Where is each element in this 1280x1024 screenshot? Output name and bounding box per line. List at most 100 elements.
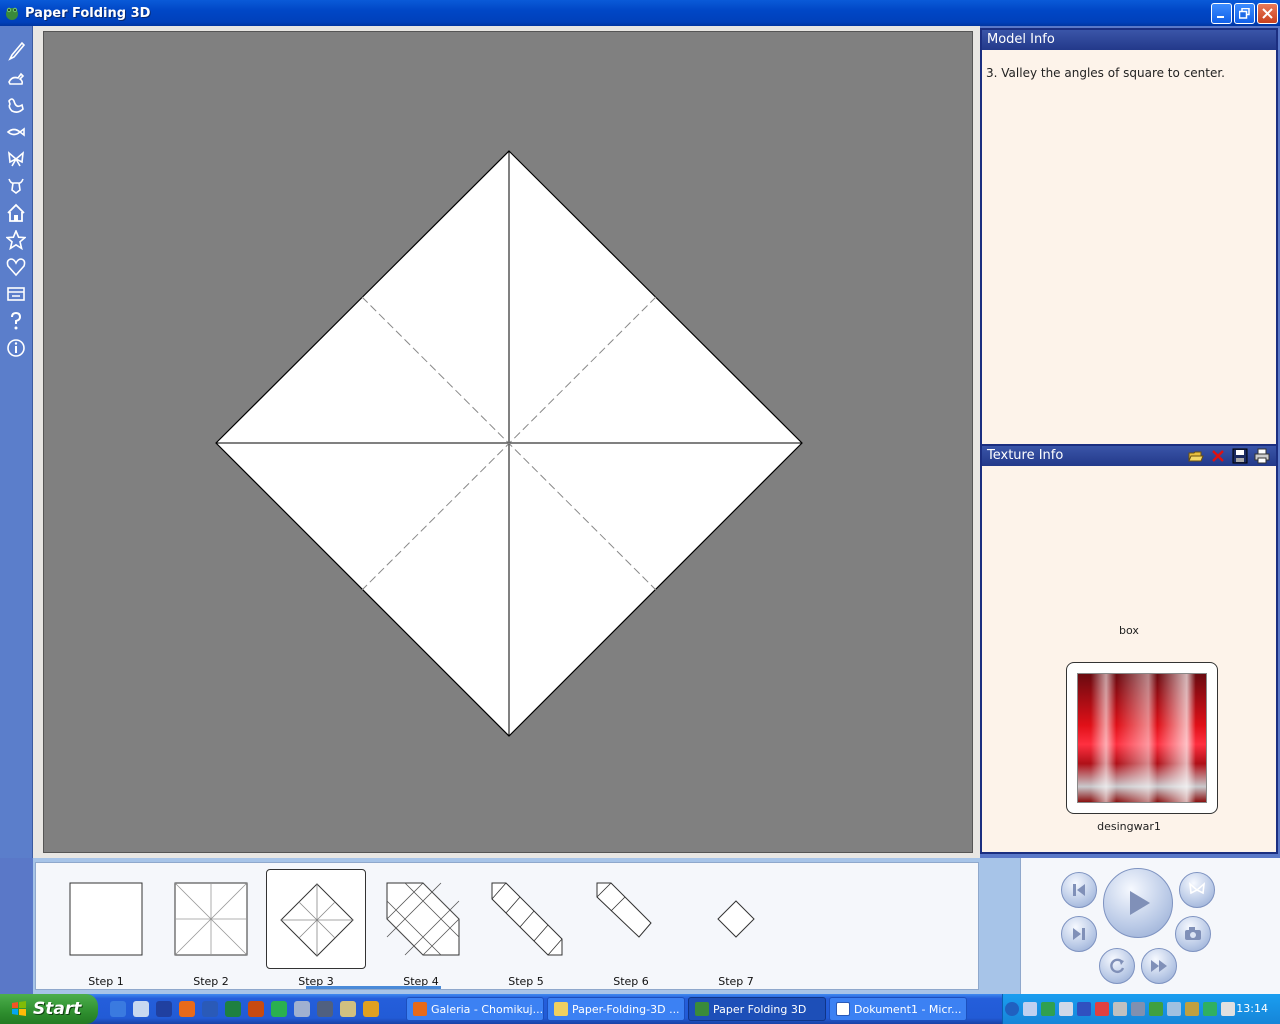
task-button-galeria[interactable]: Galeria - Chomikuj... — [406, 997, 544, 1021]
tray-network-icon[interactable] — [1023, 1002, 1037, 1016]
clock: 13:14 — [1236, 1002, 1268, 1015]
heart-tool[interactable] — [5, 256, 27, 278]
ie-quicklaunch-icon[interactable] — [110, 1001, 126, 1017]
close-icon — [1262, 8, 1273, 19]
step-item-3[interactable]: Step 3 — [266, 869, 366, 988]
texture-info-header-wrap: Texture Info — [982, 444, 1276, 466]
house-tool[interactable] — [5, 202, 27, 224]
model-info-header: Model Info — [982, 30, 1276, 50]
task-button-paper-folding[interactable]: Paper Folding 3D — [688, 997, 826, 1021]
butterfly-button[interactable] — [1179, 872, 1215, 908]
rooster-tool[interactable] — [5, 94, 27, 116]
paint-quicklaunch-icon[interactable] — [363, 1001, 379, 1017]
first-step-button[interactable] — [1061, 872, 1097, 908]
rooster-icon — [8, 98, 24, 113]
task-label: Paper Folding 3D — [713, 1002, 807, 1016]
step-item-5[interactable]: Step 5 — [476, 869, 576, 988]
rabbit-icon — [8, 72, 25, 85]
fish-icon — [6, 127, 25, 137]
restore-icon — [1239, 8, 1250, 19]
texture-thumbnail[interactable] — [1066, 662, 1218, 814]
step-item-7[interactable]: Step 7 — [686, 869, 786, 988]
task-button-word[interactable]: Dokument1 - Micr... — [829, 997, 967, 1021]
windows-logo-icon — [12, 1001, 26, 1016]
bull-icon — [8, 178, 24, 194]
word-icon — [836, 1002, 850, 1016]
camera-button[interactable] — [1175, 916, 1211, 952]
frog-icon — [695, 1002, 709, 1016]
step-3-thumbnail — [280, 883, 354, 957]
task-label: Galeria - Chomikuj... — [431, 1002, 544, 1016]
desktop-quicklaunch-icon[interactable] — [133, 1001, 149, 1017]
network-quicklaunch-icon[interactable] — [294, 1001, 310, 1017]
task-button-folder[interactable]: Paper-Folding-3D ... — [547, 997, 685, 1021]
house-icon — [7, 203, 25, 222]
bull-tool[interactable] — [5, 175, 27, 197]
help-tool[interactable] — [5, 310, 27, 332]
box-tool[interactable] — [5, 283, 27, 305]
info-icon — [7, 339, 25, 357]
fast-forward-icon — [1151, 960, 1167, 972]
print-texture-button[interactable] — [1254, 448, 1270, 464]
fish-tool[interactable] — [5, 121, 27, 143]
butterfly-icon — [7, 151, 25, 167]
connect-quicklaunch-icon[interactable] — [317, 1001, 333, 1017]
tray-bluetooth-icon[interactable] — [1077, 1002, 1091, 1016]
tray-expand-icon[interactable] — [1005, 1002, 1019, 1016]
step-item-4[interactable]: Step 4 — [371, 869, 471, 988]
tool-quicklaunch-icon[interactable] — [340, 1001, 356, 1017]
office-quicklaunch-icon[interactable] — [248, 1001, 264, 1017]
task-label: Paper-Folding-3D ... — [572, 1002, 680, 1016]
tray-antivirus-icon[interactable] — [1095, 1002, 1109, 1016]
open-folder-icon — [1188, 451, 1204, 462]
start-button[interactable]: Start — [0, 994, 98, 1024]
title-bar: Paper Folding 3D — [0, 0, 1280, 26]
close-button[interactable] — [1257, 3, 1278, 24]
save-quicklaunch-icon[interactable] — [156, 1001, 172, 1017]
tray-network-2-icon[interactable] — [1131, 1002, 1145, 1016]
tray-wifi-icon[interactable] — [1041, 1002, 1055, 1016]
excel-quicklaunch-icon[interactable] — [225, 1001, 241, 1017]
minimize-icon — [1217, 16, 1224, 18]
tray-update-icon[interactable] — [1149, 1002, 1163, 1016]
help-icon — [11, 311, 22, 330]
window-title: Paper Folding 3D — [25, 5, 151, 21]
step-item-6[interactable]: Step 6 — [581, 869, 681, 988]
step-2-thumbnail — [174, 882, 248, 956]
tray-security-icon[interactable] — [1185, 1002, 1199, 1016]
brush-tool[interactable] — [5, 40, 27, 62]
steps-scroll-indicator[interactable] — [306, 986, 441, 989]
rotate-button[interactable] — [1099, 948, 1135, 984]
tray-sync-icon[interactable] — [1167, 1002, 1181, 1016]
3d-view-canvas[interactable] — [43, 31, 973, 853]
restore-button[interactable] — [1234, 3, 1255, 24]
star-tool[interactable] — [5, 229, 27, 251]
tray-app-icon[interactable] — [1113, 1002, 1127, 1016]
firefox-quicklaunch-icon[interactable] — [179, 1001, 195, 1017]
butterfly-tool[interactable] — [5, 148, 27, 170]
info-tool[interactable] — [5, 337, 27, 359]
minimize-button[interactable] — [1211, 3, 1232, 24]
open-texture-button[interactable] — [1188, 448, 1204, 464]
folded-paper-model[interactable] — [44, 32, 974, 854]
camera-icon — [1185, 927, 1201, 940]
step-item-2[interactable]: Step 2 — [161, 869, 261, 988]
steps-bar: Step 1 Step 2 Step 3 Step 4 Step 5 Step … — [33, 858, 1280, 994]
tray-volume-icon[interactable] — [1221, 1002, 1235, 1016]
step-label: Step 2 — [193, 975, 229, 988]
step-label: Step 7 — [718, 975, 754, 988]
last-step-button[interactable] — [1061, 916, 1097, 952]
step-item-1[interactable]: Step 1 — [56, 869, 156, 988]
tray-display-icon[interactable] — [1059, 1002, 1073, 1016]
word-quicklaunch-icon[interactable] — [202, 1001, 218, 1017]
media-quicklaunch-icon[interactable] — [271, 1001, 287, 1017]
step-4-thumbnail — [386, 882, 460, 956]
play-button[interactable] — [1103, 868, 1173, 938]
fast-forward-button[interactable] — [1141, 948, 1177, 984]
brush-icon — [8, 41, 26, 61]
save-texture-button[interactable] — [1232, 448, 1248, 464]
tray-green-icon[interactable] — [1203, 1002, 1217, 1016]
rabbit-tool[interactable] — [5, 67, 27, 89]
delete-texture-button[interactable] — [1210, 448, 1226, 464]
texture-category-name: box — [1119, 624, 1139, 637]
